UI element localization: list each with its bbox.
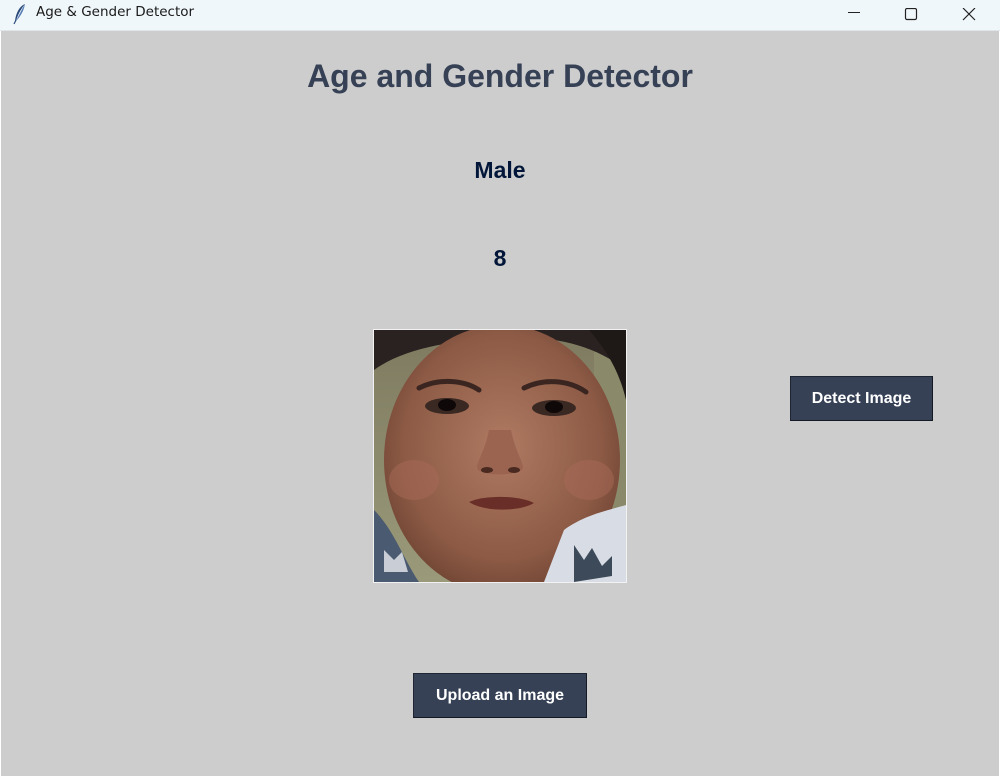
maximize-icon	[904, 8, 918, 21]
feather-icon	[13, 3, 27, 25]
detect-image-button[interactable]: Detect Image	[790, 376, 933, 421]
close-button[interactable]	[940, 0, 998, 30]
uploaded-face-image	[373, 329, 627, 583]
window-title: Age & Gender Detector	[36, 4, 195, 20]
window-titlebar[interactable]: Age & Gender Detector	[0, 0, 1000, 31]
close-icon	[962, 8, 976, 21]
maximize-button[interactable]	[882, 0, 940, 30]
page-title: Age and Gender Detector	[307, 58, 693, 94]
age-result-label: 8	[493, 245, 507, 271]
gender-result-label: Male	[474, 157, 526, 183]
minimize-button[interactable]	[825, 0, 883, 30]
app-canvas: Age and Gender Detector Male 8 Detect Im…	[1, 31, 999, 776]
upload-image-button[interactable]: Upload an Image	[413, 673, 587, 718]
minimize-icon	[848, 12, 860, 13]
